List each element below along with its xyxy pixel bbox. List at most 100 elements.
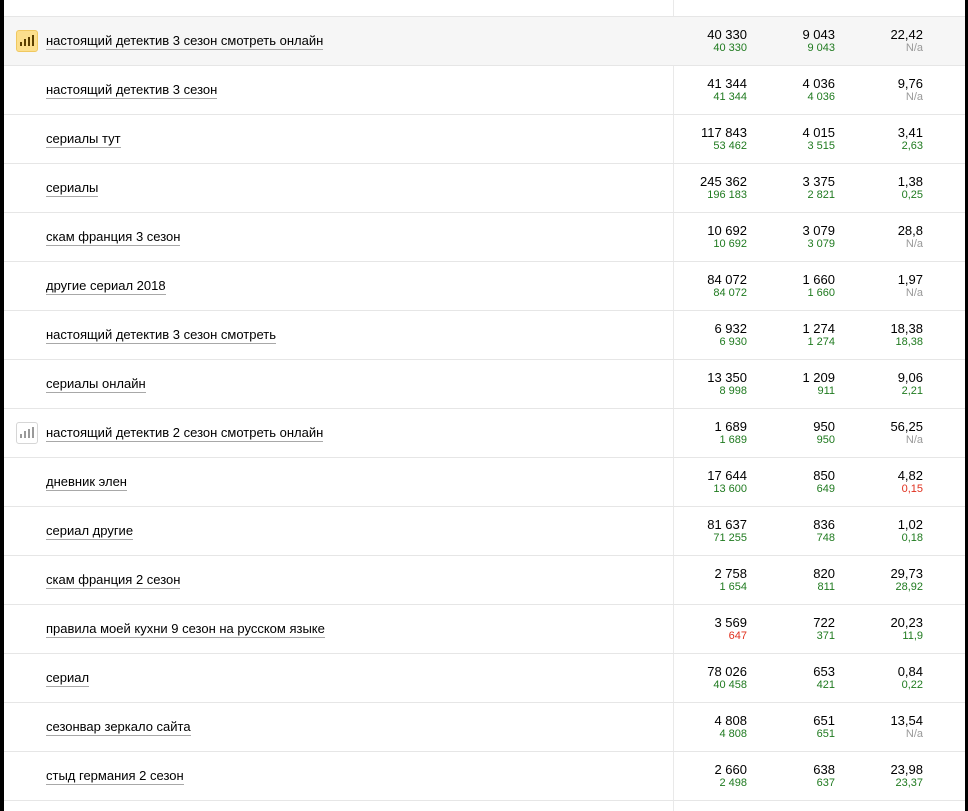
ctr-cell: 22,42 N/a (843, 28, 923, 55)
ctr-value: 3,41 (897, 125, 923, 140)
shows-cell: 117 843 53 462 (657, 126, 747, 153)
ctr-value: 20,23 (890, 615, 923, 630)
keyword-phrase-link[interactable]: скам франция 3 сезон (46, 229, 181, 246)
shows-cell: 3 569 647 (657, 616, 747, 643)
keyword-phrase-link[interactable]: настоящий детектив 3 сезон смотреть (46, 327, 277, 344)
shows-cell: 6 932 6 930 (657, 322, 747, 349)
keyword-phrase-link[interactable]: скам франция 2 сезон (46, 572, 181, 589)
shows-cell: 78 026 40 458 (657, 665, 747, 692)
keyword-phrase-link[interactable]: сериалы (46, 180, 99, 197)
ctr-cell: 1,02 0,18 (843, 518, 923, 545)
keyword-phrase-link[interactable]: сезонвар зеркало сайта (46, 719, 191, 736)
ctr-cell: 9,76 N/a (843, 77, 923, 104)
chart-icon-bar (24, 39, 26, 46)
keyword-phrase-link[interactable]: настоящий детектив 3 сезон (46, 82, 218, 99)
ctr-exact-value: N/a (905, 238, 923, 250)
ctr-value: 4,82 (897, 468, 923, 483)
keyword-phrase-link[interactable]: сериалы тут (46, 131, 121, 148)
shows-cell: 2 660 2 498 (657, 763, 747, 790)
clicks-value: 3 375 (802, 174, 835, 189)
shows-value: 4 808 (714, 713, 747, 728)
chart-toggle-button[interactable] (16, 30, 38, 52)
clicks-cell: 836 748 (755, 518, 835, 545)
clicks-exact-value: 9 043 (807, 42, 835, 54)
table-row: сериалы онлайн 13 350 8 998 1 209 911 9,… (4, 360, 965, 409)
chart-toggle-button[interactable] (16, 422, 38, 444)
clicks-exact-value: 651 (816, 728, 835, 740)
ctr-exact-value: 28,92 (895, 581, 923, 593)
clicks-value: 836 (813, 517, 835, 532)
ctr-value: 28,8 (897, 223, 923, 238)
shows-exact-value: 647 (728, 630, 747, 642)
shows-value: 81 637 (707, 517, 747, 532)
shows-exact-value: 4 808 (719, 728, 747, 740)
clicks-value: 1 209 (802, 370, 835, 385)
table-row: стыд германия 2 сезон 2 660 2 498 638 63… (4, 752, 965, 801)
ctr-value: 29,73 (890, 566, 923, 581)
table-row: настоящий детектив 3 сезон смотреть 6 93… (4, 311, 965, 360)
clicks-exact-value: 637 (816, 777, 835, 789)
clicks-value: 3 079 (802, 223, 835, 238)
keyword-phrase-link[interactable]: другие сериал 2018 (46, 278, 166, 295)
ctr-value: 13,54 (890, 713, 923, 728)
clicks-cell: 950 950 (755, 420, 835, 447)
clicks-value: 638 (813, 762, 835, 777)
shows-cell: 17 644 13 600 (657, 469, 747, 496)
keyword-phrase-link[interactable]: правила моей кухни 9 сезон на русском яз… (46, 621, 325, 638)
ctr-cell: 13,54 N/a (843, 714, 923, 741)
keyword-phrase-link[interactable]: сериал другие (46, 523, 134, 540)
clicks-value: 1 660 (802, 272, 835, 287)
ctr-cell: 29,73 28,92 (843, 567, 923, 594)
ctr-exact-value: N/a (905, 42, 923, 54)
clicks-exact-value: 3 079 (807, 238, 835, 250)
shows-cell: 2 758 1 654 (657, 567, 747, 594)
clicks-value: 9 043 (802, 27, 835, 42)
clicks-cell: 850 649 (755, 469, 835, 496)
clicks-value: 4 015 (802, 125, 835, 140)
clicks-cell: 9 043 9 043 (755, 28, 835, 55)
clicks-cell: 3 375 2 821 (755, 175, 835, 202)
ctr-cell: 20,23 11,9 (843, 616, 923, 643)
ctr-exact-value: 0,15 (901, 483, 923, 495)
shows-exact-value: 8 998 (719, 385, 747, 397)
keyword-phrase-link[interactable]: сериалы онлайн (46, 376, 146, 393)
ctr-exact-value: N/a (905, 287, 923, 299)
clicks-cell: 638 637 (755, 763, 835, 790)
ctr-exact-value: 0,22 (901, 679, 923, 691)
shows-exact-value: 6 930 (719, 336, 747, 348)
ctr-exact-value: 18,38 (895, 336, 923, 348)
shows-exact-value: 13 600 (713, 483, 747, 495)
clicks-value: 722 (813, 615, 835, 630)
table-row: сезонвар зеркало сайта 4 808 4 808 651 6… (4, 703, 965, 752)
ctr-value: 18,38 (890, 321, 923, 336)
ctr-exact-value: 11,9 (902, 630, 923, 642)
ctr-value: 9,76 (897, 76, 923, 91)
clicks-cell: 1 660 1 660 (755, 273, 835, 300)
shows-value: 2 758 (714, 566, 747, 581)
table-row: скам франция 3 сезон 10 692 10 692 3 079… (4, 213, 965, 262)
keyword-phrase-link[interactable]: стыд германия 2 сезон (46, 768, 184, 785)
clicks-value: 4 036 (802, 76, 835, 91)
table-row: дневник элен 17 644 13 600 850 649 4,82 … (4, 458, 965, 507)
chart-icon-bar (32, 35, 34, 46)
chart-icon (20, 434, 22, 438)
clicks-exact-value: 1 660 (807, 287, 835, 299)
clicks-value: 653 (813, 664, 835, 679)
ctr-value: 9,06 (897, 370, 923, 385)
keyword-phrase-link[interactable]: настоящий детектив 3 сезон смотреть онла… (46, 33, 324, 50)
clicks-cell: 4 015 3 515 (755, 126, 835, 153)
chart-icon (20, 42, 22, 46)
keyword-phrase-link[interactable]: дневник элен (46, 474, 127, 491)
clicks-cell: 653 421 (755, 665, 835, 692)
shows-cell: 245 362 196 183 (657, 175, 747, 202)
ctr-cell: 3,41 2,63 (843, 126, 923, 153)
ctr-value: 0,84 (897, 664, 923, 679)
shows-value: 6 932 (714, 321, 747, 336)
clicks-exact-value: 1 274 (807, 336, 835, 348)
keyword-phrase-link[interactable]: настоящий детектив 2 сезон смотреть онла… (46, 425, 324, 442)
shows-value: 84 072 (707, 272, 747, 287)
shows-value: 17 644 (707, 468, 747, 483)
keyword-phrase-link[interactable]: сериал (46, 670, 90, 687)
shows-value: 13 350 (707, 370, 747, 385)
clicks-exact-value: 371 (816, 630, 835, 642)
